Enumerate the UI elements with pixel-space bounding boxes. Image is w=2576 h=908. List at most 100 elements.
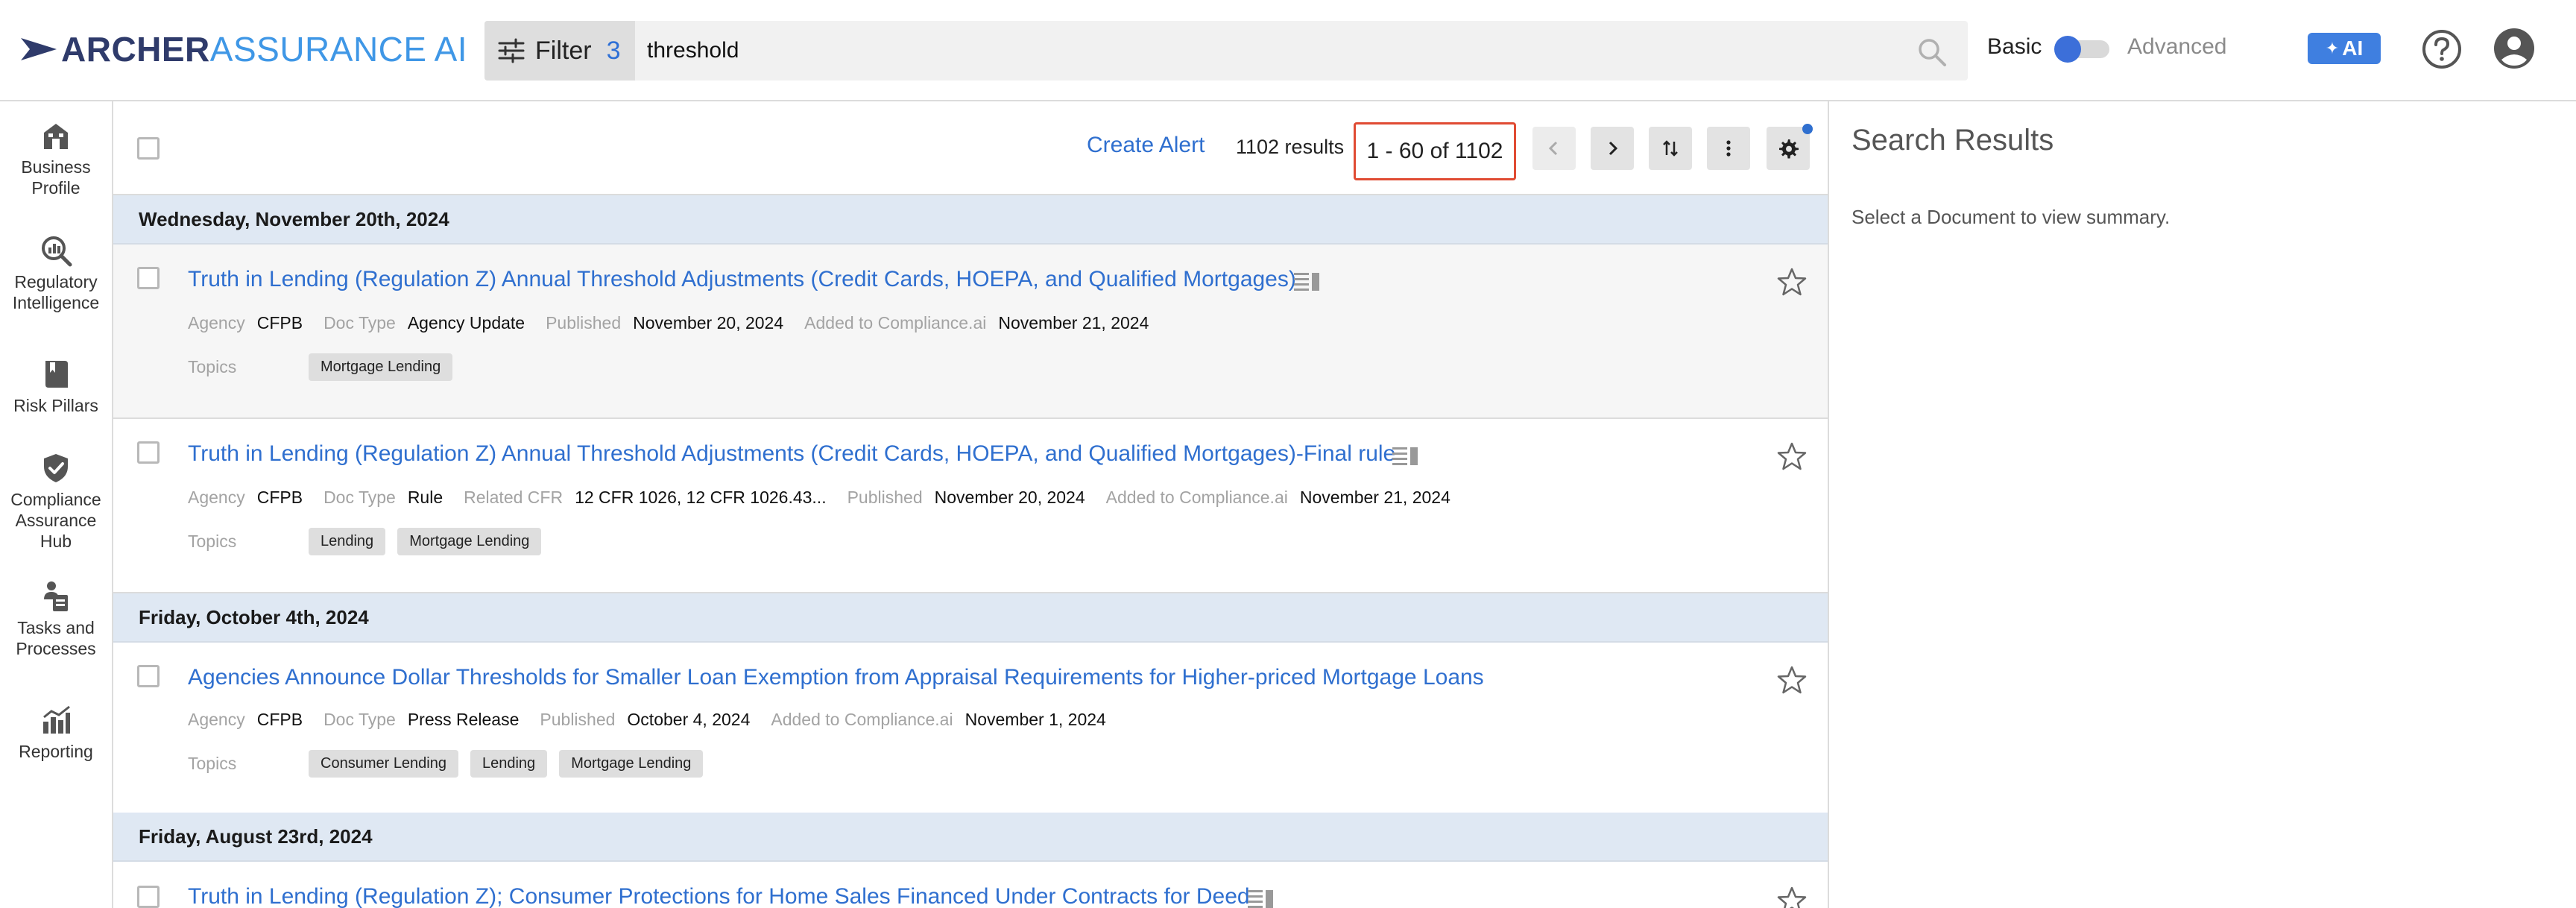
added-label: Added to Compliance.ai [1105,488,1288,507]
topics-label: Topics [188,357,237,376]
chevron-left-icon [1548,141,1558,156]
more-options-button[interactable] [1707,127,1750,170]
topics-row: Topics Consumer Lending Lending Mortgage… [188,750,715,778]
added-value: November 1, 2024 [965,710,1106,729]
related-cfr-label: Related CFR [464,488,564,507]
magnify-chart-icon [42,236,72,267]
topics-label: Topics [188,754,237,773]
document-summary-icon[interactable] [1294,271,1319,291]
published-value: October 4, 2024 [627,710,751,729]
topic-tag[interactable]: Mortgage Lending [397,528,542,555]
ai-assistant-button[interactable]: ✦ AI [2308,33,2381,64]
agency-label: Agency [188,710,245,729]
result-item[interactable]: Truth in Lending (Regulation Z) Annual T… [113,245,1828,419]
create-alert-link[interactable]: Create Alert [1087,133,1205,158]
agency-value: CFPB [256,710,303,729]
sidebar-item-regulatory-intelligence[interactable]: Regulatory Intelligence [0,234,112,313]
related-cfr-value: 12 CFR 1026, 12 CFR 1026.43... [575,488,827,507]
result-item[interactable]: Truth in Lending (Regulation Z); Consume… [113,862,1828,908]
doc-type-value: Press Release [407,710,520,729]
result-title-link[interactable]: Truth in Lending (Regulation Z) Annual T… [188,441,1395,467]
sidebar-item-label: Business Profile [21,157,91,198]
doc-type-label: Doc Type [323,313,396,332]
added-value: November 21, 2024 [1299,488,1450,507]
user-account-icon[interactable] [2493,27,2536,70]
result-item[interactable]: Truth in Lending (Regulation Z) Annual T… [113,419,1828,593]
result-checkbox[interactable] [137,665,160,687]
result-meta: Agency CFPB Doc Type Rule Related CFR 12… [188,488,1471,508]
search-input[interactable] [647,21,1899,81]
search-icon[interactable] [1917,37,1947,67]
filter-button[interactable]: Filter 3 [484,21,635,81]
topic-tag[interactable]: Mortgage Lending [309,353,453,381]
results-count: 1102 results [1236,136,1345,158]
star-icon[interactable] [1777,441,1807,471]
filter-count-badge: 3 [606,36,621,65]
result-item[interactable]: Agencies Announce Dollar Thresholds for … [113,643,1828,816]
published-label: Published [540,710,616,729]
ai-button-label: AI [2342,37,2364,60]
logo[interactable]: ARCHERASSURANCE AI [19,30,467,69]
document-summary-icon[interactable] [1392,446,1418,465]
sidebar-item-label: Compliance Assurance Hub [10,490,101,551]
star-icon[interactable] [1777,886,1807,908]
topic-tag[interactable]: Consumer Lending [309,750,458,778]
select-all-checkbox[interactable] [137,137,160,160]
star-icon[interactable] [1777,665,1807,695]
bar-chart-icon [43,705,70,734]
search-mode-toggle[interactable] [2054,36,2109,63]
result-title-link[interactable]: Truth in Lending (Regulation Z); Consume… [188,884,1250,908]
sparkle-icon: ✦ [2325,39,2340,57]
clipboard-person-icon [44,581,68,611]
search-bar: Filter 3 [484,21,1968,81]
top-header: ARCHERASSURANCEAI Filter 3 Basic Advance… [0,0,2576,101]
gear-icon [1779,139,1799,159]
date-group-label: Wednesday, November 20th, 2024 [139,207,449,230]
topic-tag[interactable]: Lending [309,528,386,555]
added-value: November 21, 2024 [998,313,1149,332]
published-label: Published [847,488,923,507]
added-label: Added to Compliance.ai [771,710,953,729]
help-icon[interactable] [2421,28,2463,70]
topic-tag[interactable]: Lending [470,750,548,778]
topic-tag[interactable]: Mortgage Lending [559,750,704,778]
sidebar-item-risk-pillars[interactable]: Risk Pillars [0,358,112,416]
pagination-range-text: 1 - 60 of 1102 [1366,139,1503,163]
document-summary-icon[interactable] [1248,889,1273,908]
sidebar-item-compliance-assurance-hub[interactable]: Compliance Assurance Hub [0,452,112,552]
star-icon[interactable] [1777,267,1807,297]
result-checkbox[interactable] [137,267,160,289]
result-meta: Agency CFPB Doc Type Agency Update Publi… [188,313,1169,333]
doc-type-label: Doc Type [323,488,396,507]
topics-label: Topics [188,532,237,551]
sidebar-item-tasks-and-processes[interactable]: Tasks and Processes [0,580,112,659]
sidebar-item-label: Tasks and Processes [16,618,96,658]
published-label: Published [546,313,622,332]
results-toolbar: Create Alert 1102 results 1 - 60 of 1102 [113,101,1828,195]
previous-page-button[interactable] [1532,127,1576,170]
sidebar-item-label: Risk Pillars [13,396,98,415]
result-title-link[interactable]: Truth in Lending (Regulation Z) Annual T… [188,267,1296,292]
next-page-button[interactable] [1591,127,1634,170]
result-checkbox[interactable] [137,886,160,908]
settings-button[interactable] [1767,127,1810,170]
logo-mark-icon [21,38,57,60]
logo-assurance-text: ASSURANCE [209,30,427,69]
shield-check-icon [44,454,68,482]
added-label: Added to Compliance.ai [804,313,987,332]
mode-advanced-label: Advanced [2127,34,2227,59]
agency-value: CFPB [256,488,303,507]
published-value: November 20, 2024 [633,313,784,332]
result-checkbox[interactable] [137,441,160,464]
logo-archer-text: ARCHER [61,30,210,69]
result-meta: Agency CFPB Doc Type Press Release Publi… [188,710,1127,730]
date-group-label: Friday, August 23rd, 2024 [139,825,373,848]
left-sidebar: Business Profile Regulatory Intelligence… [0,101,113,908]
book-icon [45,361,68,388]
sidebar-item-business-profile[interactable]: Business Profile [0,119,112,198]
sort-button[interactable] [1649,127,1692,170]
sidebar-item-reporting[interactable]: Reporting [0,704,112,762]
pagination-range: 1 - 60 of 1102 [1354,122,1516,180]
building-icon [44,124,68,149]
result-title-link[interactable]: Agencies Announce Dollar Thresholds for … [188,665,1484,690]
